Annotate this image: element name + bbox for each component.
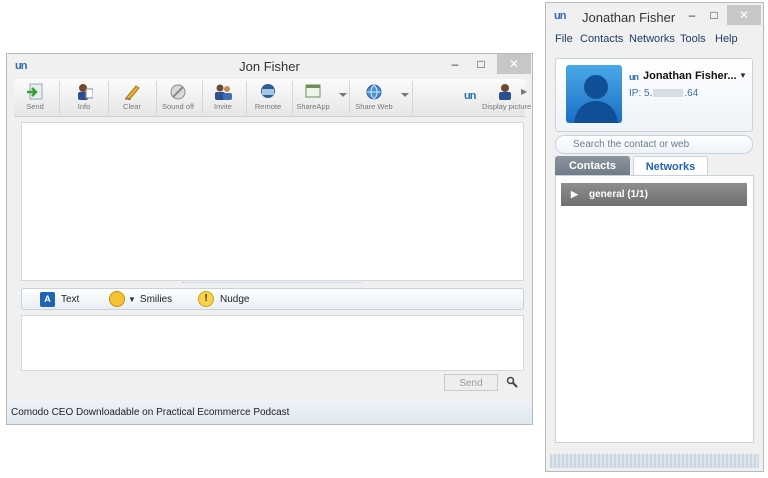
contacts-title: Jonathan Fisher xyxy=(582,10,676,25)
status-bar: Comodo CEO Downloadable on Practical Eco… xyxy=(7,400,532,424)
smilies-dropdown-icon: ▼ xyxy=(128,295,136,304)
clear-label: Clear xyxy=(123,102,141,111)
menu-tools[interactable]: Tools xyxy=(680,33,706,45)
info-icon xyxy=(78,84,93,100)
group-label: general (1/1) xyxy=(589,189,648,200)
search-input[interactable]: Search the contact or web xyxy=(555,135,753,154)
splitter-handle[interactable] xyxy=(182,282,362,285)
chat-toolbar: Send Info Clear Sound off Invite Remote xyxy=(14,79,531,117)
text-format-label: Text xyxy=(61,294,80,305)
contacts-titlebar[interactable]: un Jonathan Fisher – □ ✕ xyxy=(546,3,763,29)
redacted-ip-segment xyxy=(653,89,684,98)
toolbar-more-icon[interactable]: ▶ xyxy=(521,87,527,96)
profile-card: un Jonathan Fisher... ▼ IP: 5. .64 xyxy=(555,58,753,132)
contact-group[interactable]: ▶ general (1/1) xyxy=(561,183,747,206)
avatar[interactable] xyxy=(566,65,622,123)
text-format-button[interactable]: A Text xyxy=(40,291,79,308)
menu-networks[interactable]: Networks xyxy=(629,33,675,45)
nudge-icon: ! xyxy=(198,291,214,308)
profile-name[interactable]: Jonathan Fisher... xyxy=(643,70,737,82)
share-web-icon xyxy=(366,84,382,100)
share-app-icon xyxy=(305,84,321,98)
status-news-link[interactable]: Comodo CEO Downloadable on Practical Eco… xyxy=(11,407,289,418)
format-bar: A Text ▼ Smilies ! Nudge xyxy=(21,288,524,310)
message-input[interactable] xyxy=(21,315,524,371)
chat-window: un Jon Fisher – □ ✕ Send Info Clear Soun… xyxy=(6,53,533,425)
expand-triangle-icon[interactable]: ▶ xyxy=(571,183,578,206)
tab-networks[interactable]: Networks xyxy=(633,156,708,176)
menu-bar: File Contacts Networks Tools Help xyxy=(546,31,763,49)
share-app-button[interactable]: ShareApp xyxy=(292,79,334,115)
share-web-button[interactable]: Share Web xyxy=(353,79,395,115)
clear-button[interactable]: Clear xyxy=(111,79,153,115)
close-button[interactable]: ✕ xyxy=(727,5,761,25)
share-app-label: ShareApp xyxy=(296,102,330,111)
display-picture-icon xyxy=(499,84,511,100)
remote-button[interactable]: Remote xyxy=(247,79,289,115)
share-app-dropdown-icon[interactable] xyxy=(339,93,347,97)
send-button[interactable]: Send xyxy=(444,374,498,391)
invite-label: Invite xyxy=(214,102,232,111)
remote-label: Remote xyxy=(254,102,282,111)
remote-icon xyxy=(261,84,275,98)
status-dropdown-icon[interactable]: ▼ xyxy=(739,71,747,80)
message-history[interactable] xyxy=(21,122,524,281)
menu-file[interactable]: File xyxy=(555,33,573,45)
brand-logo-icon: un xyxy=(464,90,476,102)
sound-off-label: Sound off xyxy=(162,102,194,111)
app-logo-icon: un xyxy=(554,10,566,22)
maximize-button[interactable]: □ xyxy=(468,54,494,74)
search-icon[interactable] xyxy=(506,376,518,388)
maximize-button[interactable]: □ xyxy=(701,5,727,25)
tab-contacts[interactable]: Contacts xyxy=(555,156,630,176)
info-label: Info xyxy=(77,102,91,111)
invite-button[interactable]: Invite xyxy=(202,79,244,115)
bottom-strip xyxy=(550,454,759,468)
nudge-label: Nudge xyxy=(220,294,250,305)
send-file-icon xyxy=(27,83,43,100)
smiley-icon xyxy=(109,291,125,308)
send-file-label: Send xyxy=(26,102,44,111)
send-file-button[interactable]: Send xyxy=(14,79,56,115)
sound-off-icon xyxy=(170,84,186,100)
text-format-icon: A xyxy=(40,291,55,307)
chat-titlebar[interactable]: un Jon Fisher – □ ✕ xyxy=(7,54,532,78)
invite-icon xyxy=(215,84,232,100)
menu-contacts[interactable]: Contacts xyxy=(580,33,623,45)
status-logo-icon: un xyxy=(629,72,639,82)
contacts-window: un Jonathan Fisher – □ ✕ File Contacts N… xyxy=(545,2,764,472)
info-button[interactable]: Info xyxy=(63,79,105,115)
share-web-dropdown-icon[interactable] xyxy=(401,93,409,97)
display-picture-button[interactable]: Display picture xyxy=(482,79,532,115)
contact-list[interactable]: ▶ general (1/1) xyxy=(555,175,754,443)
ip-address: IP: 5. .64 xyxy=(629,88,699,99)
minimize-button[interactable]: – xyxy=(442,54,468,74)
clear-icon xyxy=(125,85,140,100)
display-picture-label: Display picture xyxy=(482,102,532,111)
share-web-label: Share Web xyxy=(355,102,393,111)
smilies-button[interactable]: ▼ Smilies xyxy=(109,291,172,308)
close-button[interactable]: ✕ xyxy=(497,54,531,74)
avatar-silhouette-icon xyxy=(574,75,618,123)
sound-off-button[interactable]: Sound off xyxy=(157,79,199,115)
smilies-label: Smilies xyxy=(139,294,173,305)
menu-help[interactable]: Help xyxy=(715,33,738,45)
nudge-button[interactable]: ! Nudge xyxy=(198,291,249,308)
